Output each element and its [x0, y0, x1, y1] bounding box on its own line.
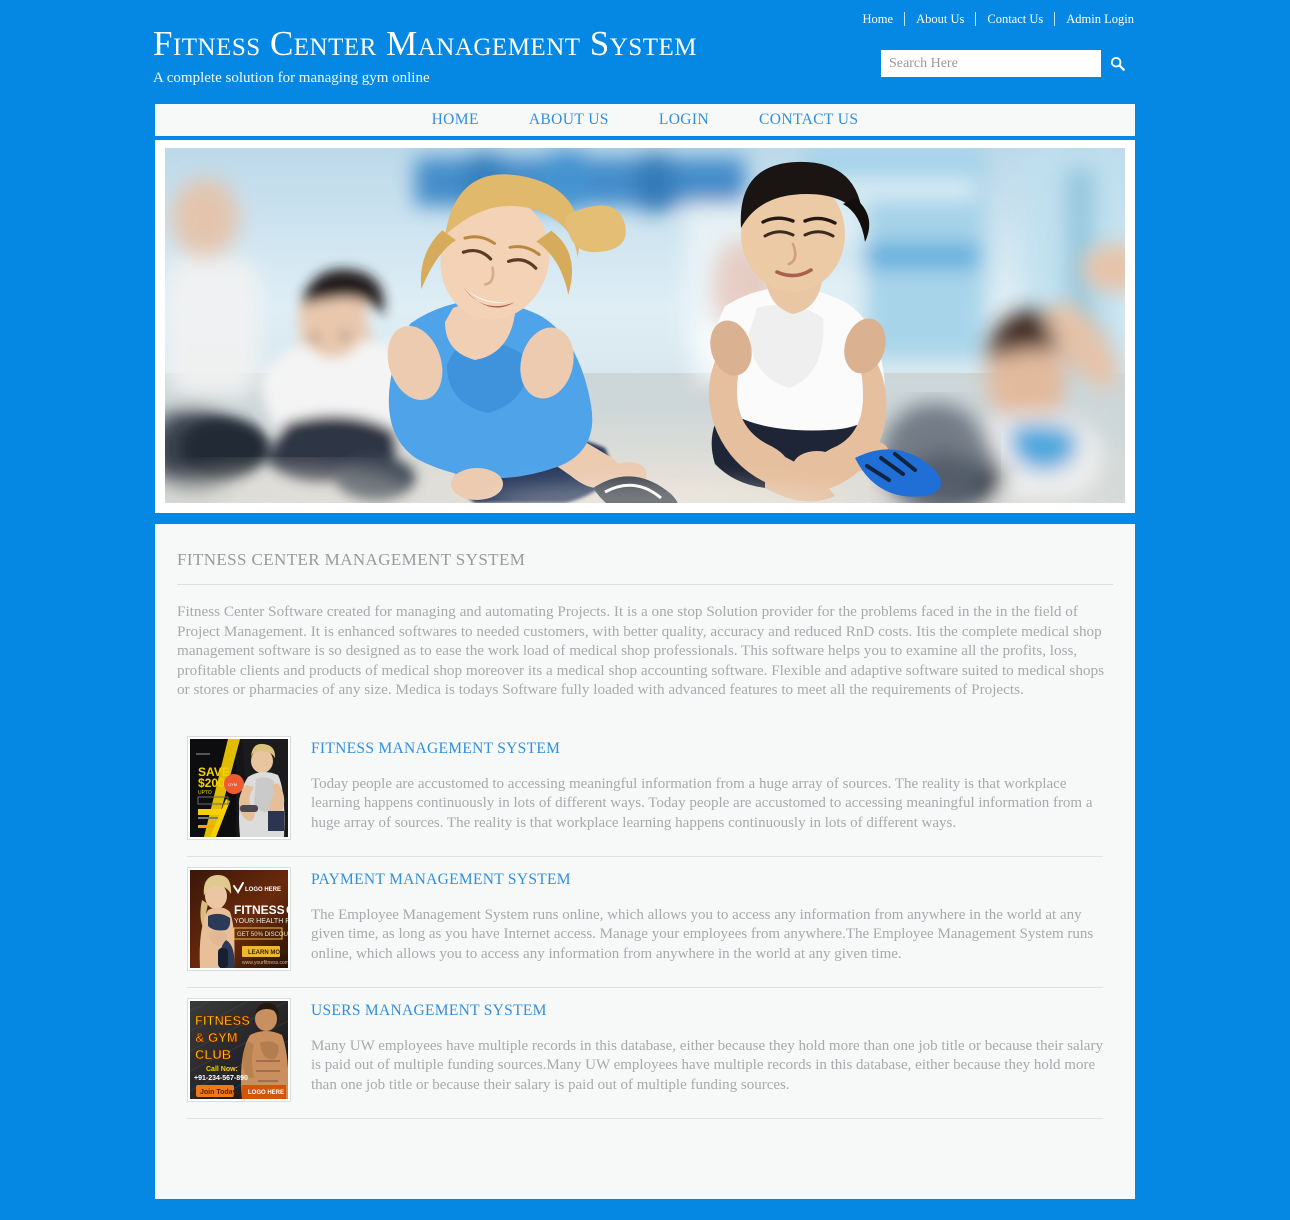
search-icon — [1110, 56, 1125, 71]
feature-title[interactable]: PAYMENT MANAGEMENT SYSTEM — [311, 870, 1103, 890]
svg-text:LOGO HERE: LOGO HERE — [245, 887, 281, 893]
svg-text:$200: $200 — [198, 776, 225, 790]
thumbnail-frame: SAVE $200 UPTO GYM — [187, 735, 291, 840]
svg-text:FITNESS: FITNESS — [234, 903, 285, 917]
search-bar — [881, 50, 1134, 77]
svg-text:GYM: GYM — [228, 782, 237, 787]
nav-item-login[interactable]: LOGIN — [634, 110, 734, 130]
thumbnail-frame: FITNESS & GYM CLUB Call Now: +91-234-567… — [187, 997, 291, 1102]
svg-text:Call Now:: Call Now: — [206, 1066, 238, 1073]
top-nav-contact-us[interactable]: Contact Us — [976, 12, 1054, 26]
panel-bottom-space — [177, 1119, 1113, 1199]
top-nav-home[interactable]: Home — [863, 12, 905, 26]
hero-banner-container — [155, 140, 1135, 518]
feature-text: Many UW employees have multiple records … — [311, 1037, 1103, 1093]
list-item[interactable]: SAVE $200 UPTO GYM FITNESS MANAGEMENT SY… — [177, 726, 1113, 854]
fitness-club-poster-thumbnail: LOGO HERE FITNESS CLUB YOUR HEALTH PARTN… — [190, 869, 288, 968]
brand-tagline: A complete solution for managing gym onl… — [153, 70, 430, 86]
save-200-gym-poster-thumbnail: SAVE $200 UPTO GYM — [190, 738, 288, 837]
nav-item-home[interactable]: HOME — [407, 110, 504, 130]
search-button[interactable] — [1101, 50, 1134, 77]
content-panel: FITNESS CENTER MANAGEMENT SYSTEM Fitness… — [155, 524, 1135, 1199]
feature-list: SAVE $200 UPTO GYM FITNESS MANAGEMENT SY… — [177, 720, 1113, 1119]
svg-text:YOUR HEALTH PARTNER: YOUR HEALTH PARTNER — [234, 918, 288, 925]
svg-text:LOGO HERE: LOGO HERE — [248, 1090, 284, 1096]
svg-text:www.yourfitness.com: www.yourfitness.com — [242, 960, 288, 966]
feature-text: The Employee Management System runs onli… — [311, 906, 1094, 962]
nav-item-contact-us[interactable]: CONTACT US — [734, 110, 883, 130]
feature-body: FITNESS MANAGEMENT SYSTEM Today people a… — [291, 736, 1103, 840]
svg-text:LEARN MORE: LEARN MORE — [248, 950, 288, 956]
search-input[interactable] — [881, 50, 1101, 77]
svg-text:CLUB: CLUB — [195, 1047, 231, 1062]
site-header: Fitness Center Management System A compl… — [0, 0, 1290, 100]
feature-body: USERS MANAGEMENT SYSTEM Many UW employee… — [291, 998, 1103, 1102]
top-nav-admin-login[interactable]: Admin Login — [1055, 12, 1134, 26]
list-item[interactable]: FITNESS & GYM CLUB Call Now: +91-234-567… — [177, 988, 1113, 1116]
hero-banner-image — [165, 148, 1125, 503]
page-root: Fitness Center Management System A compl… — [0, 0, 1290, 1199]
svg-text:+91-234-567-890: +91-234-567-890 — [194, 1075, 248, 1082]
feature-body: PAYMENT MANAGEMENT SYSTEM The Employee M… — [291, 867, 1103, 971]
svg-text:CLUB: CLUB — [286, 903, 288, 917]
page-title: Fitness Center Management System — [153, 24, 697, 63]
svg-text:GET 50% DISCOUNT: GET 50% DISCOUNT — [237, 932, 288, 938]
svg-text:FITNESS: FITNESS — [195, 1013, 250, 1028]
top-utility-nav: Home About Us Contact Us Admin Login — [863, 12, 1134, 26]
feature-text: Today people are accustomed to accessing… — [311, 775, 1093, 831]
svg-text:Join Today!: Join Today! — [200, 1089, 239, 1096]
intro-paragraph: Fitness Center Software created for mana… — [177, 603, 1105, 699]
section-title: FITNESS CENTER MANAGEMENT SYSTEM — [177, 550, 526, 569]
top-nav-about-us[interactable]: About Us — [905, 12, 975, 26]
nav-item-about-us[interactable]: ABOUT US — [504, 110, 634, 130]
svg-text:& GYM: & GYM — [195, 1030, 238, 1045]
main-navigation: HOME ABOUT US LOGIN CONTACT US — [155, 100, 1135, 140]
feature-title[interactable]: FITNESS MANAGEMENT SYSTEM — [311, 739, 1103, 759]
thumbnail-frame: LOGO HERE FITNESS CLUB YOUR HEALTH PARTN… — [187, 866, 291, 971]
list-item[interactable]: LOGO HERE FITNESS CLUB YOUR HEALTH PARTN… — [177, 857, 1113, 985]
fitness-gym-club-poster-thumbnail: FITNESS & GYM CLUB Call Now: +91-234-567… — [190, 1000, 288, 1099]
svg-text:UPTO: UPTO — [198, 790, 212, 796]
feature-title[interactable]: USERS MANAGEMENT SYSTEM — [311, 1001, 1103, 1021]
brand: Fitness Center Management System A compl… — [153, 24, 697, 87]
